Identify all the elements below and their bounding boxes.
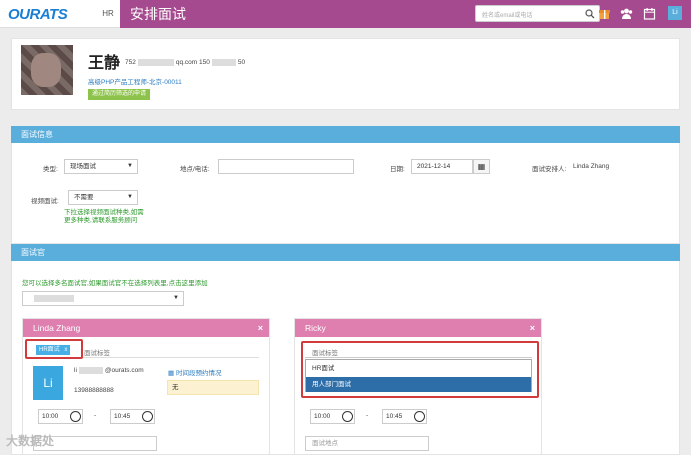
top-navbar: OURATS HR 安排面试 姓名或email或电话 Li <box>0 0 691 28</box>
tag-input[interactable]: 面试标签 <box>84 347 110 357</box>
chevron-down-icon: ▼ <box>173 295 179 301</box>
schedule-status: 无 <box>167 380 259 395</box>
arranger-value: Linda Zhang <box>573 163 610 170</box>
date-label: 日期: <box>390 166 405 173</box>
interview-info-card <box>11 126 680 244</box>
video-hint: 下拉选择视频面试种类,如需更多种类,请联系服务顾问 <box>64 209 144 224</box>
interviewers-header: 面试官 <box>11 244 680 261</box>
team-icon[interactable] <box>620 7 633 20</box>
date-input[interactable]: 2021-12-14 <box>411 159 473 174</box>
watermark: 大数据处 <box>6 434 55 448</box>
arranger-label: 面试安排人: <box>532 166 567 173</box>
end-time-input[interactable]: 10:45 <box>110 409 155 424</box>
calendar-icon[interactable]: ▦ <box>473 159 490 174</box>
close-icon[interactable]: × <box>258 319 263 337</box>
video-label: 视频面试: <box>31 198 59 205</box>
user-avatar[interactable]: Li <box>668 6 682 20</box>
interviewer-email: li @ourats.com <box>74 367 144 375</box>
close-icon[interactable]: × <box>530 319 535 337</box>
tag-dropdown: HR面试 用人部门面试 <box>305 359 532 392</box>
search-placeholder: 姓名或email或电话 <box>482 13 533 19</box>
type-select[interactable]: 现场面试 ▼ <box>64 159 138 174</box>
candidate-name: 王静 <box>88 55 121 72</box>
dropdown-option-selected[interactable]: 用人部门面试 <box>306 377 531 392</box>
location-input[interactable]: 面试地点 <box>305 436 429 451</box>
candidate-photo <box>21 45 73 95</box>
panel-header: Linda Zhang × <box>23 319 269 337</box>
start-time-input[interactable]: 10:00 <box>310 409 355 424</box>
tag-input[interactable]: 面试标签 <box>312 347 338 357</box>
time-dash: - <box>94 412 97 419</box>
chevron-down-icon: ▼ <box>127 163 133 169</box>
gift-icon[interactable] <box>598 7 611 20</box>
tag-remove-icon[interactable]: x <box>64 347 67 353</box>
status-badge: 通过简历筛选的申请 <box>88 89 151 100</box>
interviewer-avatar: Li <box>33 366 63 400</box>
search-icon[interactable] <box>585 9 595 19</box>
schedule-link[interactable]: ▦ 时间段预约情况 <box>168 367 221 377</box>
location-input[interactable] <box>218 159 354 174</box>
interview-tag[interactable]: HR面试 x <box>36 345 71 355</box>
calendar-icon[interactable] <box>643 7 656 20</box>
calendar-icon: ▦ <box>168 370 176 377</box>
candidate-contact: 752 qq.com 150 50 <box>125 59 246 67</box>
time-dash: - <box>366 412 369 419</box>
page-title: 安排面试 <box>130 6 186 22</box>
clock-icon[interactable] <box>342 411 353 422</box>
location-label: 地点/电话: <box>180 166 210 173</box>
clock-icon[interactable] <box>414 411 425 422</box>
title-bar: 安排面试 姓名或email或电话 Li <box>120 0 691 28</box>
job-link[interactable]: 高级PHP产品工程师-北京-00011 <box>88 76 182 86</box>
hr-tab[interactable]: HR <box>96 0 120 28</box>
end-time-input[interactable]: 10:45 <box>382 409 427 424</box>
interview-info-header: 面试信息 <box>11 126 680 143</box>
interviewer-phone: 13988888888 <box>74 387 114 394</box>
clock-icon[interactable] <box>70 411 81 422</box>
interviewer-select[interactable]: ▼ <box>22 291 184 306</box>
ourats-logo[interactable]: OURATS <box>8 6 68 23</box>
video-select[interactable]: 不需要 ▼ <box>68 190 138 205</box>
search-input[interactable]: 姓名或email或电话 <box>475 5 600 22</box>
panel-header: Ricky × <box>295 319 541 337</box>
add-interviewer-link[interactable]: 您可以选择多名面试官,如果面试官不在选择列表里,点击这里添加 <box>22 277 208 287</box>
dropdown-option[interactable]: HR面试 <box>306 361 531 376</box>
clock-icon[interactable] <box>142 411 153 422</box>
type-label: 类型: <box>43 166 58 173</box>
start-time-input[interactable]: 10:00 <box>38 409 83 424</box>
chevron-down-icon: ▼ <box>127 194 133 200</box>
